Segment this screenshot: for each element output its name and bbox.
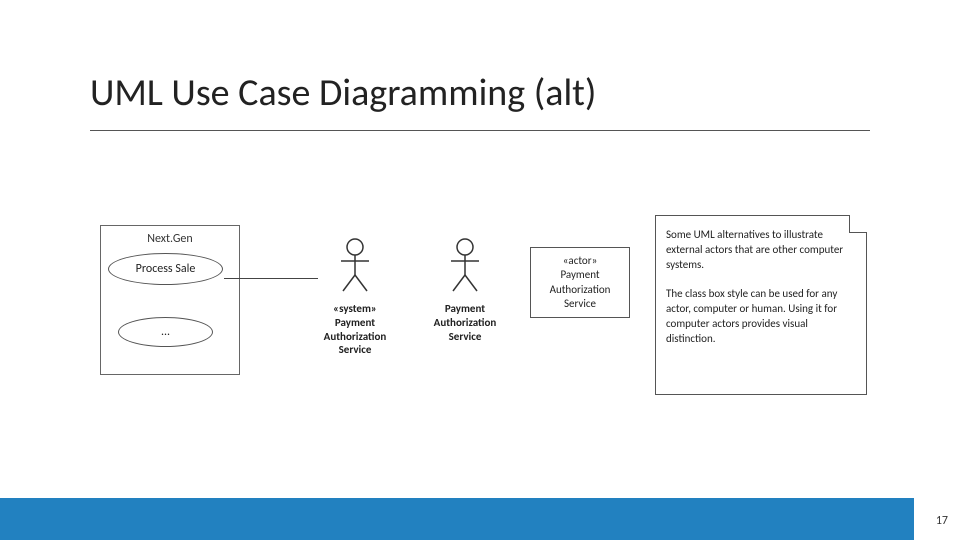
actor-name: Payment Authorization Service	[310, 316, 400, 357]
note-fold	[849, 215, 867, 233]
use-case-process-sale: Process Sale	[108, 253, 223, 285]
actor-stick-plain: Payment Authorization Service	[420, 237, 510, 343]
actor-stick-system: «system» Payment Authorization Service	[310, 237, 400, 357]
slide-title: UML Use Case Diagramming (alt)	[90, 70, 596, 116]
actor-stereotype: «system»	[310, 302, 400, 316]
system-boundary-title: Next.Gen	[101, 232, 239, 246]
stick-figure-icon	[445, 237, 485, 293]
stick-figure-icon	[335, 237, 375, 293]
page-number: 17	[936, 514, 948, 528]
note-paragraph: Some UML alternatives to illustrate exte…	[666, 228, 856, 273]
use-case-label: Process Sale	[136, 262, 196, 276]
classbox-name: Payment Authorization Service	[535, 268, 625, 311]
actor-name: Payment Authorization Service	[420, 302, 510, 343]
uml-diagram: Next.Gen Process Sale ... «system» Payme…	[100, 215, 870, 415]
note-paragraph: The class box style can be used for any …	[666, 287, 856, 346]
classbox-stereotype: «actor»	[535, 254, 625, 268]
actor-classbox: «actor» Payment Authorization Service	[530, 247, 630, 318]
title-underline	[90, 130, 870, 131]
slide: UML Use Case Diagramming (alt) Next.Gen …	[0, 0, 960, 540]
association-line	[224, 278, 318, 279]
use-case-label: ...	[161, 325, 170, 339]
uml-note: Some UML alternatives to illustrate exte…	[655, 215, 867, 395]
system-boundary-box: Next.Gen	[100, 225, 240, 375]
use-case-ellipsis: ...	[118, 317, 213, 347]
footer-bar	[0, 498, 960, 540]
